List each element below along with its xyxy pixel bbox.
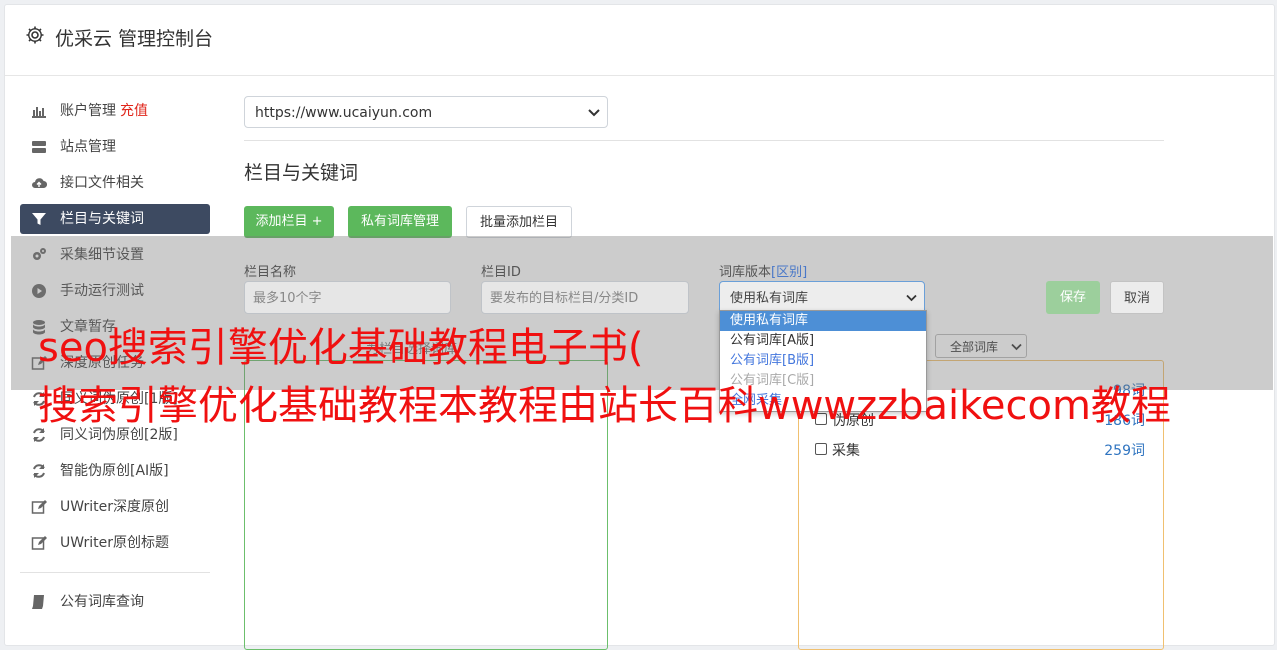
library-checkbox[interactable] — [815, 443, 827, 455]
sidebar-item-uwriter-title[interactable]: UWriter原创标题 — [20, 528, 210, 558]
library-row[interactable]: 采集 259词 — [815, 440, 1145, 462]
watermark-line-2: 搜索引擎优化基础教程本教程由站长百科wwwzzbaikecom教程 — [38, 383, 1171, 429]
site-select-value: https://www.ucaiyun.com — [255, 105, 433, 121]
sidebar-item-public-lib-query[interactable]: 公有词库查询 — [20, 587, 210, 617]
sidebar-item-label: 账户管理 — [60, 103, 116, 119]
page-title: 优采云 管理控制台 — [55, 28, 214, 50]
dropdown-option[interactable]: 公有词库[A版] — [720, 331, 926, 351]
sidebar-item-label: 栏目与关键词 — [60, 211, 144, 227]
sidebar-item-label: 公有词库查询 — [60, 594, 144, 610]
column-name-label: 栏目名称 — [244, 265, 297, 280]
lib-version-diff-link[interactable]: [区别] — [771, 265, 807, 280]
dropdown-option[interactable]: 使用私有词库 — [720, 311, 926, 331]
library-name: 采集 — [832, 443, 860, 459]
library-count: 259词 — [1104, 443, 1145, 459]
gear-icon — [26, 26, 44, 44]
page-header: 优采云 管理控制台 — [5, 5, 1274, 76]
sidebar-item-label: 智能伪原创[AI版] — [60, 463, 169, 479]
sidebar-item-sites[interactable]: 站点管理 — [20, 132, 210, 162]
sidebar-divider — [20, 572, 210, 573]
lib-version-value: 使用私有词库 — [730, 291, 809, 306]
chevron-down-icon — [588, 109, 600, 117]
site-select[interactable]: https://www.ucaiyun.com — [244, 96, 608, 128]
batch-add-button[interactable]: 批量添加栏目 — [466, 206, 572, 238]
sidebar-item-account[interactable]: 账户管理 充值 — [20, 96, 210, 126]
column-id-label: 栏目ID — [481, 265, 521, 280]
filter-icon — [32, 213, 46, 225]
sidebar-item-label: 站点管理 — [60, 139, 116, 155]
book-icon — [32, 595, 44, 609]
server-icon — [32, 141, 46, 153]
divider — [244, 140, 1164, 141]
sidebar-item-uwriter-deep[interactable]: UWriter深度原创 — [20, 492, 210, 522]
chevron-down-icon — [906, 294, 917, 302]
refresh-icon — [33, 464, 45, 478]
bar-chart-icon — [32, 107, 46, 118]
sidebar-item-label: UWriter深度原创 — [60, 499, 169, 515]
private-lib-button[interactable]: 私有词库管理 — [348, 206, 452, 238]
recharge-link[interactable]: 充值 — [120, 103, 148, 119]
refresh-icon — [33, 428, 45, 442]
lib-version-label: 词库版本[区别] — [719, 265, 808, 280]
watermark-line-1: seo搜索引擎优化基础教程电子书( — [38, 325, 644, 371]
sidebar-item-ai-original[interactable]: 智能伪原创[AI版] — [20, 456, 210, 486]
sidebar-item-label: UWriter原创标题 — [60, 535, 169, 551]
cancel-button[interactable]: 取消 — [1110, 281, 1164, 314]
cloud-upload-icon — [32, 178, 47, 189]
section-title: 栏目与关键词 — [244, 162, 359, 184]
sidebar-item-columns-keywords[interactable]: 栏目与关键词 — [20, 204, 210, 234]
edit-icon — [31, 536, 47, 550]
sidebar-item-label: 接口文件相关 — [60, 175, 144, 191]
dropdown-option[interactable]: 公有词库[B版] — [720, 351, 926, 371]
add-column-button[interactable]: 添加栏目 + — [244, 206, 334, 238]
edit-icon — [31, 500, 47, 514]
save-button[interactable]: 保存 — [1046, 281, 1100, 314]
column-name-input[interactable]: 最多10个字 — [244, 281, 451, 314]
sidebar-item-interface-files[interactable]: 接口文件相关 — [20, 168, 210, 198]
column-id-input[interactable]: 要发布的目标栏目/分类ID — [481, 281, 689, 314]
